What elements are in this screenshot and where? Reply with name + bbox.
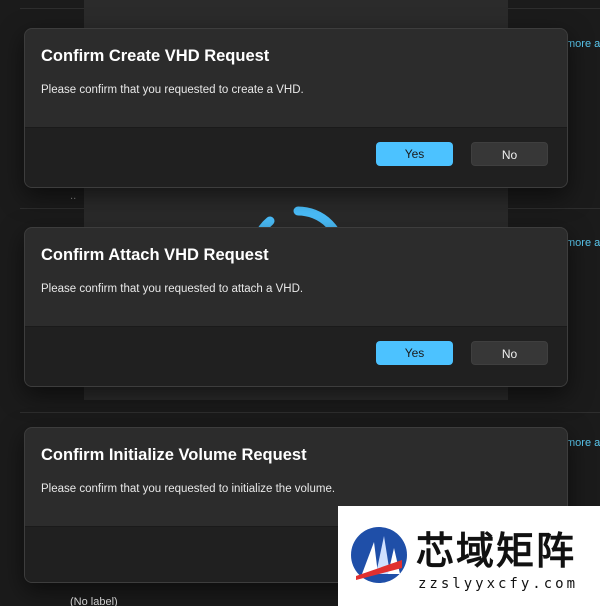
confirm-attach-vhd-dialog: Confirm Attach VHD Request Please confir… <box>24 227 568 387</box>
dialog-title: Confirm Attach VHD Request <box>41 246 269 264</box>
dialog-message: Please confirm that you requested to att… <box>41 283 304 295</box>
more-link[interactable]: more a <box>566 38 600 50</box>
background-dots: .. <box>70 191 77 202</box>
more-link[interactable]: more a <box>566 237 600 249</box>
no-label-text: (No label) <box>70 596 118 606</box>
yes-button[interactable]: Yes <box>376 142 453 166</box>
watermark-name: 芯域矩阵 <box>416 528 577 573</box>
confirm-create-vhd-dialog: Confirm Create VHD Request Please confir… <box>24 28 568 188</box>
background-divider <box>508 208 600 209</box>
no-button[interactable]: No <box>471 142 548 166</box>
background-divider <box>20 208 84 209</box>
building-logo-icon <box>351 527 407 583</box>
dialog-footer: Yes No <box>25 127 567 187</box>
dialog-body: Confirm Create VHD Request Please confir… <box>25 29 567 127</box>
watermark: 芯域矩阵 zzslyyxcfy.com <box>338 506 600 606</box>
yes-button[interactable]: Yes <box>376 341 453 365</box>
background-divider <box>20 8 84 9</box>
dialog-body: Confirm Attach VHD Request Please confir… <box>25 228 567 326</box>
more-link[interactable]: more a <box>566 437 600 449</box>
dialog-title: Confirm Create VHD Request <box>41 47 270 65</box>
background-divider <box>508 8 600 9</box>
dialog-message: Please confirm that you requested to cre… <box>41 84 304 96</box>
no-button[interactable]: No <box>471 341 548 365</box>
dialog-footer: Yes No <box>25 326 567 386</box>
dialog-message: Please confirm that you requested to ini… <box>41 483 336 495</box>
background-divider <box>20 412 600 413</box>
watermark-url: zzslyyxcfy.com <box>418 576 579 592</box>
dialog-title: Confirm Initialize Volume Request <box>41 446 307 464</box>
